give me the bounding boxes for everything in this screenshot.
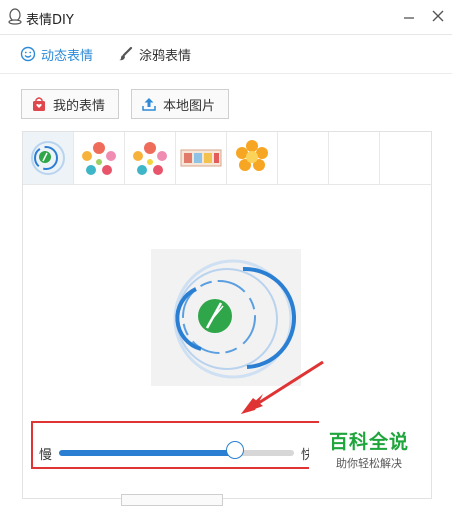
window-title: 表情DIY [26,13,74,28]
thumbnail-empty[interactable] [329,132,380,184]
colorful-dots-icon [82,142,116,175]
local-image-button[interactable]: 本地图片 [131,89,229,119]
thumbnail-colorful-dots-2[interactable] [125,132,176,184]
tab-bar: 动态表情 涂鸦表情 [0,35,452,74]
colorful-dots-icon [133,142,167,175]
tab-doodle-emoji-label: 涂鸦表情 [139,48,192,64]
tab-doodle-emoji[interactable]: 涂鸦表情 [118,44,191,64]
feather-ring-icon [31,141,65,175]
local-image-label: 本地图片 [163,98,216,114]
slow-label: 慢 [39,448,53,463]
bottom-button[interactable] [121,494,223,506]
watermark-subtitle: 助你轻松解决 [336,457,402,470]
brush-icon [119,46,133,61]
speed-slider-fill [59,450,236,456]
thumbnail-empty[interactable] [380,132,431,184]
bag-icon [33,97,45,111]
film-strip-icon [180,149,222,167]
thumbnail-feather-ring[interactable] [23,132,74,184]
tab-animated-emoji[interactable]: 动态表情 [20,44,93,64]
minimize-icon[interactable] [399,6,419,26]
title-bar: 表情DIY [0,0,452,35]
watermark: 百科全说 助你轻松解决 [309,423,427,475]
thumbnail-film-strip[interactable] [176,132,227,184]
thumbnail-colorful-dots-1[interactable] [74,132,125,184]
tab-animated-emoji-label: 动态表情 [41,48,94,64]
speed-slider-track[interactable] [59,450,294,456]
thumbnail-empty[interactable] [278,132,329,184]
thumbnail-orange-flower[interactable] [227,132,278,184]
qq-penguin-icon [8,8,22,25]
watermark-title: 百科全说 [329,431,410,453]
highlight-box [31,421,319,469]
annotation-arrow [241,360,324,414]
smile-icon [20,46,36,62]
upload-icon [142,98,156,111]
orange-flower-icon [236,140,268,171]
close-icon[interactable] [428,6,448,26]
my-emoji-button[interactable]: 我的表情 [21,89,119,119]
my-emoji-label: 我的表情 [53,98,106,114]
thumbnail-strip [23,132,431,185]
